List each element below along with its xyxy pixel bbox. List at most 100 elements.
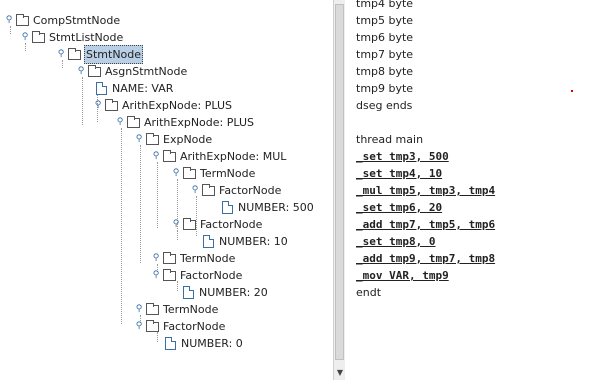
tree-node[interactable]: NAME: VAR <box>96 80 174 97</box>
scrollbar-thumb[interactable] <box>335 4 344 360</box>
expand-handle-icon[interactable]: ⚲ <box>115 114 125 131</box>
tree-node[interactable]: NUMBER: 0 <box>165 335 244 352</box>
asm-instruction: _set tmp6, 20 <box>356 201 443 214</box>
folder-icon <box>16 13 29 26</box>
leaf-document-icon <box>183 286 194 299</box>
tree-node[interactable]: ⚲ FactorNode <box>171 216 263 233</box>
tree-node-label: StmtListNode <box>49 31 124 44</box>
tree-node-label: FactorNode <box>163 320 226 333</box>
tree-node-label: ArithExpNode: MUL <box>180 150 287 163</box>
folder-icon <box>146 319 159 332</box>
expand-handle-icon[interactable]: ⚲ <box>151 148 161 165</box>
tree-node-label: NUMBER: 500 <box>238 201 314 214</box>
scroll-down-arrow-icon[interactable]: ▼ <box>335 367 345 379</box>
leaf-document-icon <box>96 82 107 95</box>
folder-icon <box>127 115 140 128</box>
expand-handle-icon[interactable]: ⚲ <box>151 250 161 267</box>
tree-node-label: ArithExpNode: PLUS <box>144 116 254 129</box>
asm-instruction: _mov VAR, tmp9 <box>356 269 449 282</box>
code-line: dseg ends <box>356 99 413 112</box>
expand-handle-icon[interactable]: ⚲ <box>151 267 161 284</box>
expand-handle-icon[interactable]: ⚲ <box>134 301 144 318</box>
code-line: thread main <box>356 133 424 146</box>
code-line: tmp9 byte <box>356 82 414 95</box>
folder-icon <box>202 183 215 196</box>
red-marker-dot <box>571 90 573 92</box>
expand-handle-icon[interactable]: ⚲ <box>171 165 181 182</box>
tree-node[interactable]: NUMBER: 20 <box>183 284 269 301</box>
assembly-code-panel[interactable]: tmp4 byte tmp5 byte tmp6 byte tmp7 byte … <box>346 0 596 380</box>
tree-guide <box>82 77 83 125</box>
leaf-document-icon <box>165 337 176 350</box>
tree-node-label: NAME: VAR <box>112 82 174 95</box>
vertical-scrollbar[interactable]: ▼ <box>333 0 345 380</box>
code-line: tmp7 byte <box>356 48 414 61</box>
tree-node-label: ArithExpNode: PLUS <box>122 99 232 112</box>
code-line: tmp6 byte <box>356 31 414 44</box>
tree-node-label: NUMBER: 10 <box>219 235 288 248</box>
asm-instruction: _set tmp8, 0 <box>356 235 436 248</box>
folder-icon <box>68 47 81 60</box>
tree-node[interactable]: ⚲ CompStmtNode <box>4 12 121 29</box>
tree-node[interactable]: ⚲ ExpNode <box>134 131 213 148</box>
expand-handle-icon[interactable]: ⚲ <box>134 131 144 148</box>
folder-icon <box>163 268 176 281</box>
tree-node-label: StmtNode <box>84 45 144 64</box>
folder-icon <box>88 64 101 77</box>
tree-node-selected[interactable]: ⚲ StmtNode <box>56 45 144 64</box>
expand-handle-icon[interactable]: ⚲ <box>76 63 86 80</box>
tree-node[interactable]: ⚲ TermNode <box>171 165 256 182</box>
tree-node-label: NUMBER: 0 <box>181 337 243 350</box>
tree-node[interactable]: ⚲ FactorNode <box>134 318 226 335</box>
tree-node[interactable]: ⚲ FactorNode <box>151 267 243 284</box>
folder-icon <box>163 251 176 264</box>
code-line: tmp8 byte <box>356 65 414 78</box>
tree-node[interactable]: ⚲ ArithExpNode: MUL <box>151 148 287 165</box>
tree-node-label: FactorNode <box>180 269 243 282</box>
asm-instruction: _mul tmp5, tmp3, tmp4 <box>356 184 496 197</box>
asm-instruction: _add tmp9, tmp7, tmp8 <box>356 252 496 265</box>
tree-node-label: ExpNode <box>163 133 213 146</box>
tree-node[interactable]: ⚲ TermNode <box>151 250 236 267</box>
code-line: tmp5 byte <box>356 14 414 27</box>
expand-handle-icon[interactable]: ⚲ <box>4 12 14 29</box>
expand-handle-icon[interactable]: ⚲ <box>171 216 181 233</box>
code-line: endt <box>356 286 382 299</box>
tree-node[interactable]: ⚲ TermNode <box>134 301 219 318</box>
tree-node[interactable]: NUMBER: 500 <box>222 199 315 216</box>
leaf-document-icon <box>222 201 233 214</box>
folder-icon <box>105 98 118 111</box>
tree-node[interactable]: ⚲ AsgnStmtNode <box>76 63 188 80</box>
tree-node[interactable]: ⚲ ArithExpNode: PLUS <box>93 97 233 114</box>
tree-guide <box>157 162 158 228</box>
expand-handle-icon[interactable]: ⚲ <box>93 97 103 114</box>
expand-handle-icon[interactable]: ⚲ <box>134 318 144 335</box>
folder-icon <box>146 302 159 315</box>
expand-handle-icon[interactable]: ⚲ <box>56 46 66 63</box>
tree-node-label: CompStmtNode <box>33 14 121 27</box>
asm-instruction: _add tmp7, tmp5, tmp6 <box>356 218 496 231</box>
asm-instruction: _set tmp4, 10 <box>356 167 443 180</box>
tree-guide <box>140 145 141 263</box>
tree-node[interactable]: NUMBER: 10 <box>203 233 289 250</box>
folder-icon <box>163 149 176 162</box>
expand-handle-icon[interactable]: ⚲ <box>20 29 30 46</box>
tree-node-label: AsgnStmtNode <box>105 65 188 78</box>
folder-icon <box>183 217 196 230</box>
tree-node[interactable]: ⚲ StmtListNode <box>20 29 124 46</box>
asm-instruction: _set tmp3, 500 <box>356 150 449 163</box>
tree-node-label: TermNode <box>163 303 219 316</box>
expand-handle-icon[interactable]: ⚲ <box>190 182 200 199</box>
folder-icon <box>183 166 196 179</box>
tree-node-label: TermNode <box>180 252 236 265</box>
leaf-document-icon <box>203 235 214 248</box>
tree-node[interactable]: ⚲ FactorNode <box>190 182 282 199</box>
code-line: tmp4 byte <box>356 0 414 10</box>
tree-node-label: NUMBER: 20 <box>199 286 268 299</box>
folder-icon <box>146 132 159 145</box>
ast-tree-panel[interactable]: ⚲ CompStmtNode ⚲ StmtListNode ⚲ StmtNode… <box>0 0 334 380</box>
tree-guide <box>121 128 122 324</box>
tree-node-label: TermNode <box>200 167 256 180</box>
tree-node[interactable]: ⚲ ArithExpNode: PLUS <box>115 114 255 131</box>
folder-icon <box>32 30 45 43</box>
